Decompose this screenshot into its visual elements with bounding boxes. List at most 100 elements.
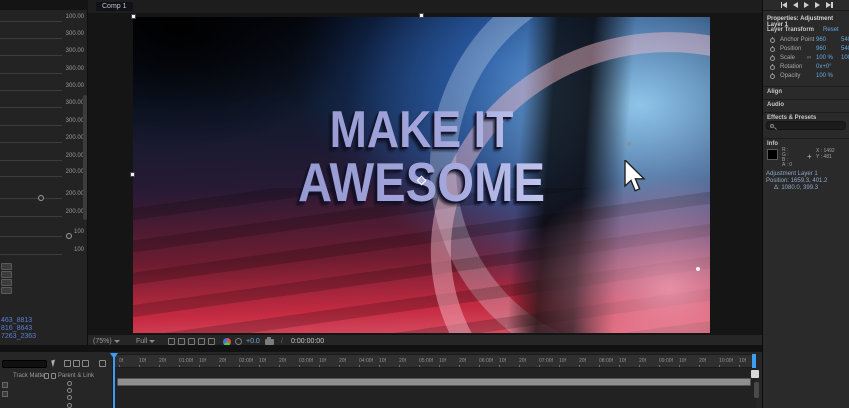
track-matte-column-header[interactable]: Track Matte <box>13 373 44 379</box>
audio-section[interactable]: Audio <box>763 99 849 111</box>
slider-row[interactable]: 300.00 <box>0 48 88 58</box>
transparency-grid-icon[interactable] <box>198 338 205 345</box>
current-timecode[interactable]: 0:00:00:00 <box>291 338 324 345</box>
stopwatch-icon[interactable] <box>770 47 775 52</box>
parent-pickwhip-icon[interactable] <box>67 403 72 408</box>
timeline-search-input[interactable] <box>2 360 47 368</box>
slider-row[interactable]: 300.00 <box>0 31 88 41</box>
panel-icon-3[interactable] <box>1 279 12 286</box>
slider-knob[interactable] <box>66 233 72 239</box>
slider-row[interactable]: 100 <box>0 247 88 257</box>
slider-track[interactable] <box>0 125 62 126</box>
magnification-dropdown[interactable]: (75%) <box>93 338 120 345</box>
selection-handle-top-left[interactable] <box>131 14 136 19</box>
parent-pickwhip-icon[interactable] <box>67 395 72 400</box>
slider-track[interactable] <box>0 73 62 74</box>
exposure-value[interactable]: +0.0 <box>246 338 260 345</box>
timeline-scrollbar[interactable] <box>754 382 759 398</box>
stopwatch-icon[interactable] <box>770 65 775 70</box>
slider-knob[interactable] <box>38 195 44 201</box>
property-value-1[interactable]: 960 <box>816 37 826 43</box>
time-ruler[interactable]: 0f10f20f01:00f10f20f02:00f10f20f03:00f10… <box>112 354 756 368</box>
graph-editor-icon[interactable] <box>99 360 106 367</box>
selection-handle-left-middle[interactable] <box>130 172 135 177</box>
slider-track[interactable] <box>0 236 62 237</box>
slider-row[interactable]: 200.00 <box>0 135 88 145</box>
property-value-1[interactable]: 0x+0° <box>816 64 832 70</box>
selection-handle-top-center[interactable] <box>419 13 424 18</box>
property-value-2[interactable]: 540 <box>841 37 849 43</box>
slider-track[interactable] <box>0 198 62 199</box>
align-section[interactable]: Align <box>763 86 849 98</box>
slider-row[interactable]: 200.00 <box>0 153 88 163</box>
parent-link-column-header[interactable]: Parent & Link <box>58 373 94 379</box>
ruler-time-label: 0f <box>119 358 123 364</box>
panel-icon-4[interactable] <box>1 287 12 294</box>
next-frame-button[interactable] <box>815 2 820 8</box>
resolution-dropdown[interactable]: Full <box>136 338 155 345</box>
property-value-1[interactable]: 100 % <box>816 73 833 79</box>
info-color-swatch <box>767 149 778 160</box>
track-area[interactable] <box>112 368 756 408</box>
slider-track[interactable] <box>0 107 62 108</box>
layer-duration-bar[interactable] <box>117 378 751 386</box>
slider-track[interactable] <box>0 160 62 161</box>
motion-blur-icon[interactable] <box>82 360 89 367</box>
show-snapshot-icon[interactable]: / <box>281 338 283 345</box>
slider-row[interactable]: 200.00 <box>0 169 88 179</box>
previous-frame-button[interactable] <box>793 2 798 8</box>
panel-icon-1[interactable] <box>1 263 12 270</box>
slider-row[interactable]: 300.00 <box>0 118 88 128</box>
comp-marker-bin-icon[interactable] <box>751 370 759 378</box>
play-button[interactable] <box>804 2 809 8</box>
region-of-interest-icon[interactable] <box>188 338 195 345</box>
slider-track[interactable] <box>0 38 62 39</box>
slider-track[interactable] <box>0 21 62 22</box>
slider-row[interactable]: 100 <box>0 229 88 239</box>
slider-row[interactable]: 200.00 <box>0 209 88 219</box>
reset-link[interactable]: Reset <box>823 27 839 33</box>
first-frame-button[interactable] <box>781 2 788 8</box>
slider-row[interactable]: 300.00 <box>0 83 88 93</box>
parent-pickwhip-icon[interactable] <box>67 381 72 386</box>
frame-blending-icon[interactable] <box>73 360 80 367</box>
comp-tab[interactable]: Comp 1 <box>96 2 133 11</box>
property-value-2[interactable]: 100 % <box>841 55 849 61</box>
timeline-left-icon-1[interactable] <box>2 382 8 388</box>
track-matte-toggle-icon[interactable] <box>44 373 49 379</box>
exposure-reset-icon[interactable] <box>235 338 242 345</box>
slider-track[interactable] <box>0 176 62 177</box>
property-value-1[interactable]: 960 <box>816 46 826 52</box>
layer-transform-group[interactable]: Layer Transform Reset <box>763 27 849 36</box>
slider-track[interactable] <box>0 90 62 91</box>
slider-track[interactable] <box>0 142 62 143</box>
stopwatch-icon[interactable] <box>770 56 775 61</box>
slider-row[interactable]: 100.00 <box>0 14 88 24</box>
slider-row[interactable]: 300.00 <box>0 66 88 76</box>
3d-view-icon[interactable] <box>208 338 215 345</box>
stopwatch-icon[interactable] <box>770 38 775 43</box>
info-section[interactable]: Info <box>763 138 849 148</box>
panel-icon-2[interactable] <box>1 271 12 278</box>
slider-track[interactable] <box>0 254 62 255</box>
last-frame-button[interactable] <box>826 2 833 8</box>
link-icon[interactable]: ∞ <box>807 55 811 61</box>
property-value-1[interactable]: 100 % <box>816 55 833 61</box>
playhead-line[interactable] <box>113 356 115 408</box>
track-matte-toggle-icon-2[interactable] <box>51 373 56 379</box>
effects-search-input[interactable] <box>766 121 846 130</box>
composition-pasteboard[interactable]: MAKE IT AWESOME <box>88 13 762 334</box>
slider-track[interactable] <box>0 55 62 56</box>
timeline-left-icon-2[interactable] <box>2 391 8 397</box>
slider-track[interactable] <box>0 216 62 217</box>
left-panel-scrollbar[interactable] <box>83 95 87 220</box>
mask-visibility-icon[interactable] <box>178 338 185 345</box>
property-value-2[interactable]: 540 <box>841 46 849 52</box>
slider-row[interactable]: 200.00 <box>0 191 88 201</box>
mini-flowchart-icon[interactable] <box>51 360 57 368</box>
grid-guides-icon[interactable] <box>168 338 175 345</box>
parent-pickwhip-icon[interactable] <box>67 388 72 393</box>
stopwatch-icon[interactable] <box>770 74 775 79</box>
slider-row[interactable]: 300.00 <box>0 100 88 110</box>
shy-layers-icon[interactable] <box>64 360 71 367</box>
